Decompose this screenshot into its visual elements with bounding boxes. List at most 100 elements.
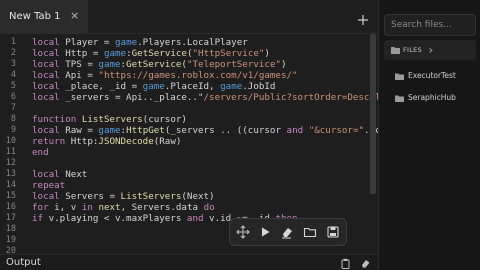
code-token: ): [281, 59, 287, 70]
code-token: Servers =: [59, 191, 121, 202]
output-panel-header[interactable]: Output: [0, 254, 378, 270]
search-files-input[interactable]: [384, 14, 476, 36]
code-token: , Servers.data: [120, 202, 204, 213]
main-panel: New Tab 1 × 1 2 3 4 5 6 7 8 9 10 11 12 13 14 15 16 17 18 1…: [0, 0, 378, 270]
code-token: "HttpService": [192, 48, 265, 59]
code-token: for: [32, 202, 49, 213]
code-line: local Servers = ListServers(Next): [32, 191, 215, 202]
play-icon[interactable]: [258, 225, 272, 239]
sidebar-item-seraphichub[interactable]: SeraphicHub: [395, 93, 479, 105]
file-sidebar: FILES ExecutorTest SeraphicHub: [378, 0, 480, 270]
tab-new-tab-1[interactable]: New Tab 1 ×: [0, 0, 88, 34]
line-number: 18: [5, 224, 16, 234]
line-number: 11: [5, 147, 16, 157]
line-number: 1: [10, 37, 16, 47]
tab-title: New Tab 1: [9, 11, 61, 22]
eraser-icon[interactable]: [360, 258, 371, 269]
editor-scrollbar[interactable]: [370, 34, 376, 194]
code-line: local TPS = game:GetService("TeleportSer…: [32, 59, 287, 70]
plus-icon[interactable]: [357, 14, 369, 26]
line-number: 5: [10, 81, 16, 91]
code-token: Http =: [59, 48, 104, 59]
code-token: "&cursor=": [308, 125, 365, 136]
line-number: 14: [5, 180, 16, 190]
save-icon[interactable]: [326, 225, 340, 239]
code-token: local: [32, 37, 60, 48]
code-token: v.playing < v.maxPlayers: [43, 213, 187, 224]
code-token: GetService: [126, 59, 182, 70]
line-number: 13: [5, 169, 16, 179]
code-token: repeat: [32, 180, 66, 191]
code-token: in: [81, 202, 93, 213]
code-line: local Raw = game:HttpGet(_servers .. ((c…: [32, 125, 378, 136]
tab-bar: New Tab 1 ×: [0, 0, 378, 34]
sidebar-item-executortest[interactable]: ExecutorTest: [395, 71, 479, 83]
code-token: if: [32, 213, 44, 224]
close-icon[interactable]: ×: [70, 10, 79, 22]
files-label: FILES: [403, 46, 423, 54]
code-token: local: [32, 81, 60, 92]
line-number: 4: [10, 70, 16, 80]
code-line: local _place, _id = game.PlaceId, game.J…: [32, 81, 275, 92]
line-number-gutter: 1 2 3 4 5 6 7 8 9 10 11 12 13 14 15 16 17 18 19 20: [0, 34, 26, 254]
folder-icon: [395, 95, 404, 102]
files-section-header[interactable]: FILES: [384, 40, 476, 60]
code-token: local: [32, 169, 60, 180]
line-number: 7: [10, 103, 16, 113]
code-token: local: [32, 191, 60, 202]
code-token: local: [32, 125, 60, 136]
output-label: Output: [6, 257, 41, 268]
folder-icon[interactable]: [303, 225, 317, 239]
code-token: local: [32, 48, 60, 59]
code-token: /servers/Public?sortOrder=Desc&limit: [203, 92, 379, 103]
clipboard-icon[interactable]: [340, 258, 351, 269]
code-token: ListServers: [120, 191, 182, 202]
chevron-right-icon: [429, 48, 433, 53]
code-token: game: [142, 81, 165, 92]
code-token: .Players.LocalPlayer: [137, 37, 248, 48]
line-number: 19: [5, 235, 16, 245]
code-line: end: [32, 147, 49, 158]
code-token: JSONDecode: [98, 136, 154, 147]
line-number: 15: [5, 191, 16, 201]
code-token: Player =: [59, 37, 115, 48]
code-token: "TeleportService": [186, 59, 282, 70]
line-number: 3: [10, 59, 16, 69]
code-token: game: [98, 125, 121, 136]
code-token: (_servers .. ((cursor: [164, 125, 287, 136]
code-line: local _servers = Api.._place.."/servers/…: [32, 92, 378, 103]
line-number: 6: [10, 92, 16, 102]
line-number: 8: [10, 114, 16, 124]
code-token: Raw =: [59, 125, 99, 136]
code-token: game: [98, 59, 121, 70]
code-token: Api =: [59, 70, 99, 81]
folder-icon: [395, 73, 404, 80]
code-token: and: [186, 213, 204, 224]
code-line: local Http = game:GetService("HttpServic…: [32, 48, 270, 59]
code-token: do: [203, 202, 215, 213]
code-line: function ListServers(cursor): [32, 114, 187, 125]
line-number: 17: [5, 213, 16, 223]
code-line: local Api = "https://games.roblox.com/v1…: [32, 70, 298, 81]
code-token: end: [32, 147, 49, 158]
code-token: local: [32, 92, 60, 103]
line-number: 16: [5, 202, 16, 212]
line-number: 12: [5, 158, 16, 168]
code-token: ): [264, 48, 270, 59]
sidebar-item-label: SeraphicHub: [408, 93, 456, 102]
floating-toolbar: [229, 218, 347, 246]
code-token: game: [115, 37, 138, 48]
code-token: ListServers: [81, 114, 143, 125]
code-token: game: [103, 48, 127, 59]
code-line: local Next: [32, 169, 87, 180]
code-token: next: [98, 202, 121, 213]
code-token: _servers = Api.._place..": [59, 92, 204, 103]
code-token: local: [32, 70, 60, 81]
eraser-icon[interactable]: [280, 225, 294, 239]
drag-handle-icon[interactable]: [236, 225, 250, 239]
line-number: 9: [10, 125, 16, 135]
folder-icon: [391, 47, 400, 54]
code-token: game: [220, 81, 243, 92]
code-token: and: [286, 125, 304, 136]
code-token: .PlaceId,: [164, 81, 221, 92]
